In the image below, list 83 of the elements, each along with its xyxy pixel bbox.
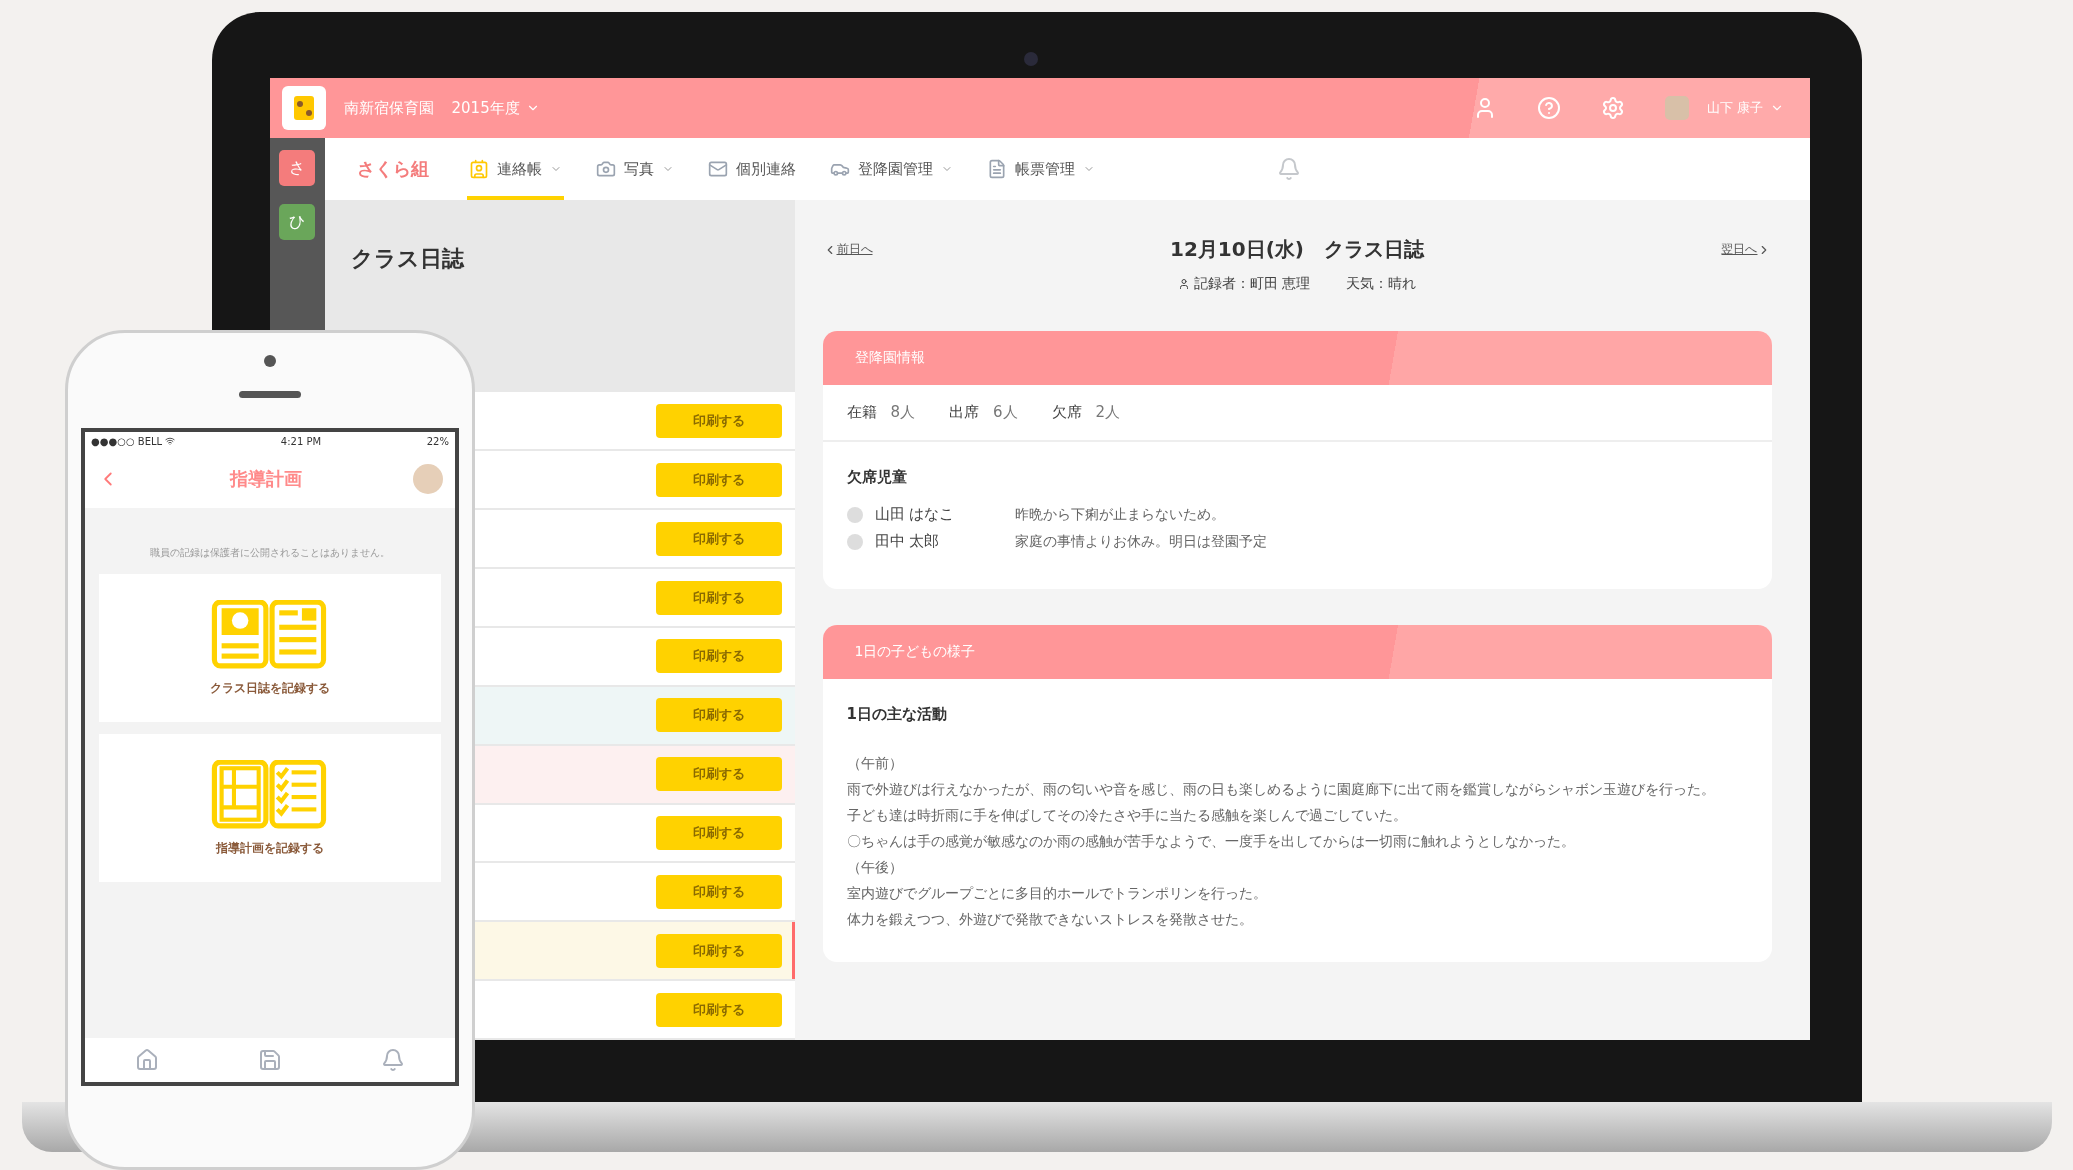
year-selector[interactable]: 2015年度	[451, 98, 540, 118]
home-icon[interactable]	[134, 1048, 159, 1072]
record-card[interactable]: 指導計画を記録する	[99, 734, 441, 882]
attendance-stat: 在籍 8人	[846, 403, 916, 422]
activity-text: 体力を鍛えつつ、外遊びで発散できないストレスを発散させた。	[846, 910, 1254, 929]
contact-card-icon	[468, 159, 489, 179]
privacy-note: 職員の記録は保護者に公開されることはありません。	[149, 546, 391, 560]
next-day-link[interactable]: 翌日へ	[1721, 241, 1772, 258]
activity-text: 子ども達は時折雨に手を伸ばしてその冷たさや手に当たる感触を楽しんで過ごしていた。	[846, 806, 1408, 825]
print-button[interactable]: 印刷する	[655, 757, 782, 792]
user-avatar	[1665, 96, 1690, 120]
diary-row[interactable]: 印刷する	[476, 981, 795, 1039]
help-icon[interactable]	[1537, 96, 1562, 120]
print-button[interactable]: 印刷する	[655, 874, 782, 909]
child-name: 山田 はなこ	[874, 505, 956, 524]
diary-row[interactable]: 印刷する	[476, 627, 795, 685]
phone-camera-icon	[264, 355, 276, 367]
school-name: 南新宿保育園	[343, 98, 434, 118]
bell-icon[interactable]	[381, 1048, 406, 1072]
class-switch-button[interactable]: さ	[279, 150, 315, 186]
nav-tab[interactable]: 帳票管理	[984, 138, 1097, 200]
diary-row[interactable]: 印刷する	[476, 804, 795, 862]
nav-tab[interactable]: 個別連絡	[705, 138, 798, 200]
mail-icon	[707, 159, 728, 179]
save-icon[interactable]	[258, 1048, 282, 1072]
print-button[interactable]: 印刷する	[655, 992, 782, 1027]
clock-text: 4:21 PM	[280, 435, 322, 447]
print-button[interactable]: 印刷する	[655, 521, 782, 556]
person-icon	[1177, 278, 1190, 290]
section-heading: 欠席児童	[846, 468, 908, 487]
record-card[interactable]: クラス日誌を記録する	[99, 574, 441, 722]
wifi-icon	[165, 436, 176, 446]
diary-row[interactable]: 印刷する	[476, 569, 795, 626]
recorder-text: 記録者：町田 恵理	[1193, 275, 1311, 293]
class-name: さくら組	[356, 157, 429, 181]
phone-speaker-icon	[239, 391, 301, 398]
attendance-stat: 出席 6人	[949, 403, 1018, 422]
diary-row[interactable]: 印刷する	[476, 686, 795, 744]
phone-title: 指導計画	[230, 467, 302, 491]
diary-row[interactable]: 印刷する	[476, 510, 795, 568]
child-icon	[846, 533, 863, 550]
list-title: クラス日誌	[349, 245, 466, 273]
print-button[interactable]: 印刷する	[655, 462, 782, 497]
section-heading: 1日の主な活動	[846, 705, 948, 724]
class-switch-button[interactable]: ひ	[279, 204, 315, 240]
print-button[interactable]: 印刷する	[655, 403, 782, 438]
activity-text: 雨で外遊びは行えなかったが、雨の匂いや音を感じ、雨の日も楽しめるように園庭廊下に出て雨を鑑賞しながらシャボン玉遊びを行った。	[846, 780, 1716, 799]
carrier-text: ●●●○○ BELL	[91, 435, 163, 447]
attendance-stat: 欠席 2人	[1051, 403, 1121, 422]
card-heading: 登降園情報	[822, 331, 1772, 385]
diary-row[interactable]: 印刷する	[476, 863, 795, 921]
print-button[interactable]: 印刷する	[655, 580, 782, 615]
print-button[interactable]: 印刷する	[655, 933, 782, 968]
camera-lens-icon	[1023, 52, 1038, 66]
print-button[interactable]: 印刷する	[655, 698, 782, 733]
camera-icon	[595, 159, 616, 179]
weather-text: 天気：晴れ	[1346, 275, 1417, 293]
card-heading: 1日の子どもの様子	[822, 625, 1772, 679]
child-icon	[846, 506, 863, 523]
user-avatar	[413, 464, 443, 494]
diary-title: 12月10日(水) クラス日誌	[1170, 236, 1424, 263]
activity-text: 室内遊びでグループごとに多目的ホールでトランポリンを行った。	[846, 884, 1268, 903]
activity-text: （午後）	[846, 858, 904, 877]
absence-reason: 家庭の事情よりお休み。明日は登園予定	[1014, 532, 1267, 551]
prev-day-link[interactable]: 前日へ	[822, 241, 873, 258]
battery-text: 22%	[426, 435, 449, 447]
child-name: 田中 太郎	[874, 532, 941, 551]
diary-book-icon	[211, 599, 329, 670]
bell-icon[interactable]	[1276, 157, 1301, 181]
activity-text: （午前）	[846, 754, 904, 773]
absence-reason: 昨晩から下痢が止まらないため。	[1014, 505, 1225, 524]
print-button[interactable]: 印刷する	[655, 816, 782, 850]
nav-tab[interactable]: 登降園管理	[827, 138, 955, 200]
diary-row[interactable]: 印刷する	[476, 451, 795, 509]
nav-tab[interactable]: 写真	[593, 138, 676, 200]
print-button[interactable]: 印刷する	[655, 639, 782, 674]
diary-row[interactable]: 印刷する	[476, 922, 795, 980]
diary-row[interactable]: 印刷する	[476, 745, 795, 803]
checklist-book-icon	[211, 759, 329, 830]
diary-row[interactable]: 印刷する	[476, 392, 795, 450]
activity-text: 〇ちゃんは手の感覚が敏感なのか雨の感触が苦手なようで、一度手を出してからは一切雨に触れようとしなかった。	[846, 832, 1576, 851]
settings-icon[interactable]	[1601, 96, 1626, 120]
user-menu[interactable]: 山下 康子	[1707, 99, 1784, 117]
